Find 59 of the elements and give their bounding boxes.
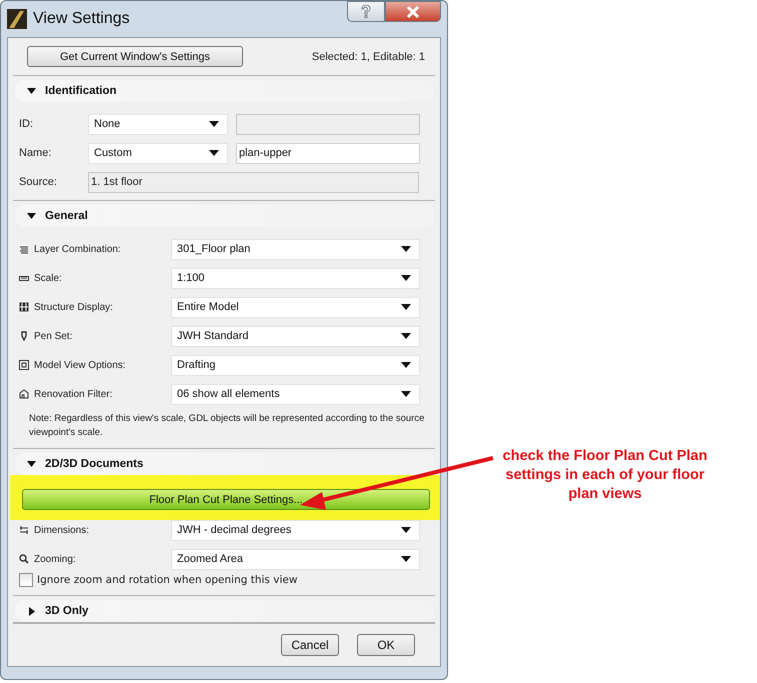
field-label: Source: [18,176,58,188]
field-label: Dimensions: [34,524,90,536]
window-title: View Settings [33,10,130,28]
field-label: Layer Combination: [34,244,121,254]
dropdown[interactable]: 301_Floor plan [171,238,420,260]
caret-icon [401,275,411,281]
checkbox-label: Ignore zoom and rotation when opening this view [37,574,298,586]
caret-icon [401,304,411,310]
field-label: Structure Display: [34,302,113,312]
caret-icon [401,556,411,562]
dropdown[interactable]: Custom [88,142,228,164]
caret-icon [209,150,219,156]
text-field[interactable]: plan-upper [236,142,420,164]
close-button[interactable] [385,1,441,22]
annotation-text: check the Floor Plan Cut Plan settings in each of your floor plan views [502,447,708,504]
field-label: Model View Options: [34,360,126,370]
cancel-button[interactable]: Cancel [281,634,339,656]
field-label: Scale: [34,272,62,284]
caret-icon [401,333,411,339]
get-settings-button[interactable]: Get Current Window's Settings [27,46,243,67]
field-label: ID: [18,118,34,130]
section-header[interactable]: General [15,205,435,227]
caret-icon [401,527,411,533]
note-text: Note: Regardless of this view's scale, GDL objects will be represented according to the source viewpoint's scale. [29,412,426,440]
search-icon [19,554,29,564]
layers-icon [19,244,29,254]
caret-icon [401,362,411,368]
field-label: Renovation Filter: [34,388,112,400]
dimension-icon [19,525,29,535]
dropdown[interactable]: None [88,114,228,134]
ok-button[interactable]: OK [357,634,415,656]
dropdown[interactable]: Zoomed Area [171,548,420,570]
section-header[interactable]: 3D Only [15,600,435,622]
building-icon [19,389,29,399]
dropdown[interactable]: Entire Model [171,296,420,318]
dropdown[interactable]: 06 show all elements [171,384,420,404]
selection-info: Selected: 1, Editable: 1 [312,50,425,62]
field-label: Zooming: [34,554,76,564]
square-icon [19,360,29,370]
close-icon [406,6,420,18]
section-header[interactable]: Identification [15,80,435,102]
caret-icon [209,121,219,127]
ruler-icon [19,273,29,283]
dropdown[interactable]: Drafting [171,354,420,376]
dropdown[interactable]: JWH - decimal degrees [171,520,420,540]
cut-plane-button[interactable]: Floor Plan Cut Plane Settings... [22,489,430,510]
app-logo [7,9,27,29]
checkbox[interactable] [19,573,33,587]
caret-icon [401,391,411,397]
caret-icon [401,246,411,252]
pen-icon [19,331,29,341]
help-icon [361,4,371,18]
section-header[interactable]: 2D/3D Documents [15,453,435,475]
help-button[interactable] [347,1,385,22]
field-label: Name: [18,147,52,159]
dropdown[interactable]: 1:100 [171,268,420,288]
field-label: Pen Set: [34,330,72,342]
dropdown[interactable]: JWH Standard [171,326,420,346]
grid-icon [19,302,29,312]
